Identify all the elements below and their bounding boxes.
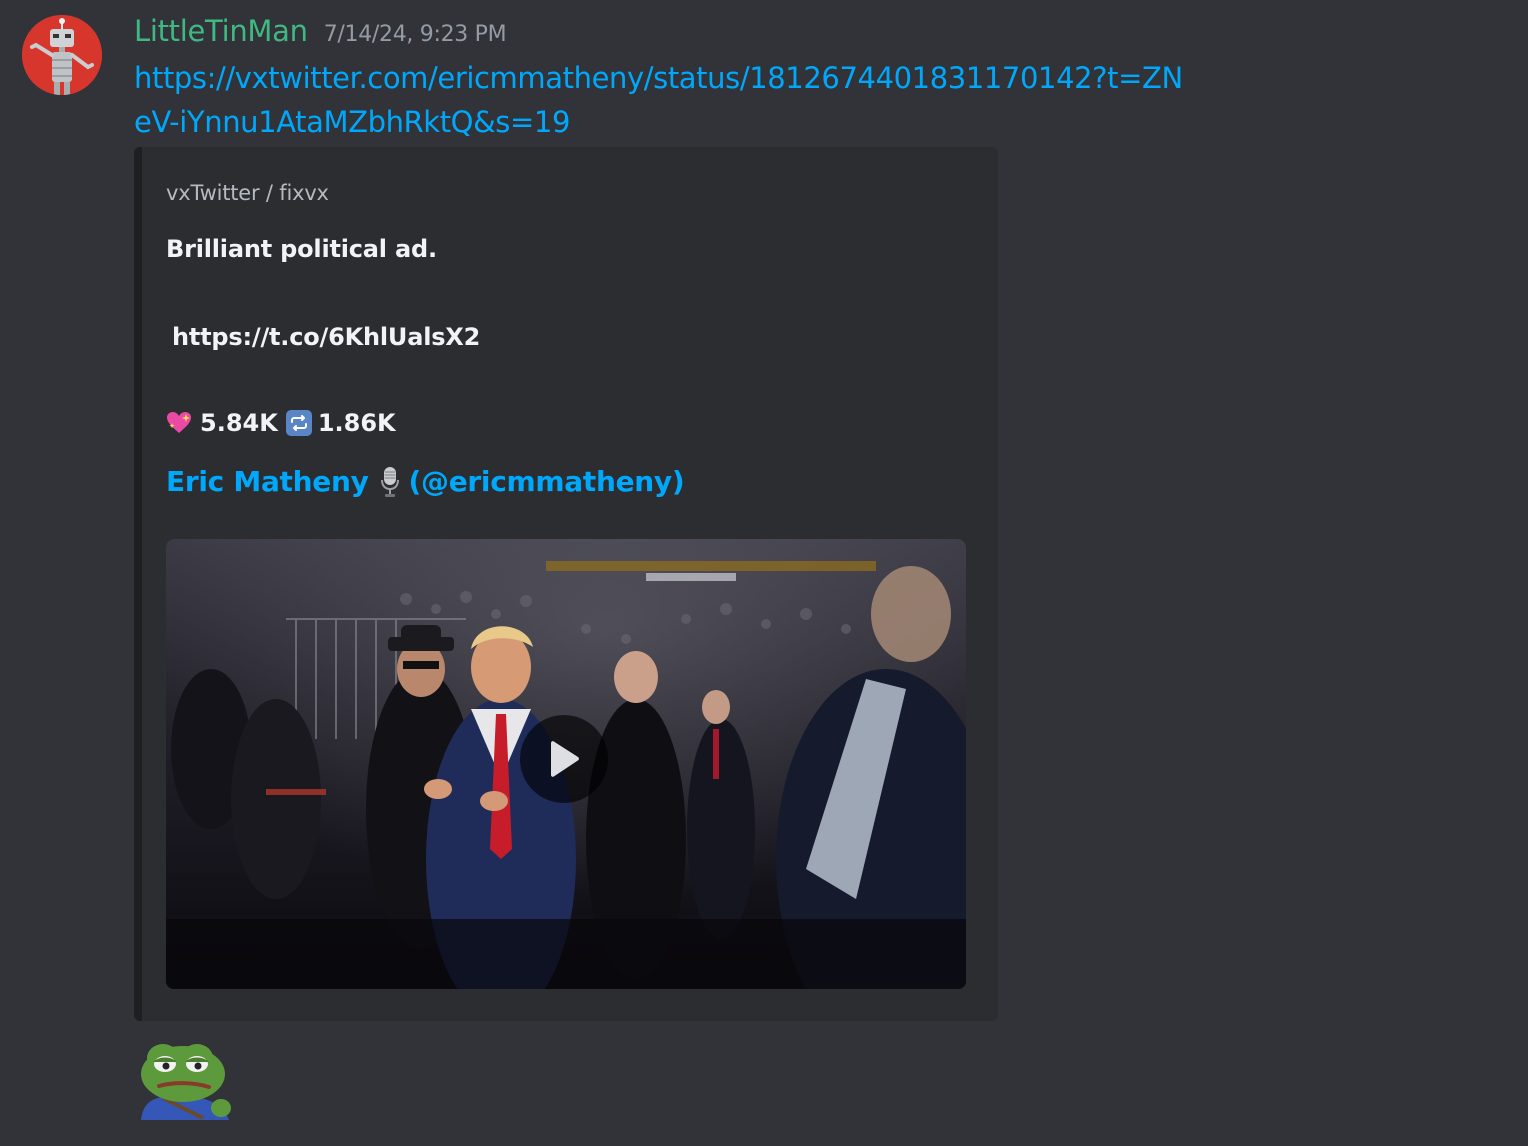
microphone-icon: [380, 466, 399, 497]
chat-message: LittleTinMan 7/14/24, 9:23 PM https://vx…: [0, 0, 1528, 1146]
likes-count: 5.84K: [200, 409, 278, 437]
retweets-count: 1.86K: [317, 409, 396, 437]
link-embed: vxTwitter / fixvx Brilliant political ad…: [134, 147, 998, 1021]
message-header: LittleTinMan 7/14/24, 9:23 PM: [134, 14, 507, 48]
author-handle[interactable]: (@ericmmatheny): [409, 465, 685, 498]
message-link[interactable]: https://vxtwitter.com/ericmmatheny/statu…: [134, 56, 1194, 144]
timestamp[interactable]: 7/14/24, 9:23 PM: [324, 22, 507, 47]
embed-provider[interactable]: vxTwitter / fixvx: [166, 181, 329, 205]
embed-stats: 5.84K 1.86K: [166, 409, 396, 437]
user-avatar[interactable]: [22, 15, 102, 95]
sparkling-heart-icon: [167, 412, 191, 433]
embed-description: Brilliant political ad.: [166, 235, 437, 263]
username[interactable]: LittleTinMan: [134, 14, 308, 48]
robot-avatar-icon: [22, 15, 102, 95]
embed-author[interactable]: Eric Matheny (@ericmmatheny): [166, 465, 685, 498]
repeat-icon: [285, 410, 312, 436]
embed-description-link: https://t.co/6KhlUalsX2: [172, 323, 481, 351]
play-button[interactable]: [520, 715, 608, 803]
video-thumbnail[interactable]: [166, 539, 966, 989]
pepe-frog-sticker[interactable]: [133, 1040, 233, 1122]
pepe-sticker-icon: [141, 1044, 231, 1120]
author-name[interactable]: Eric Matheny: [166, 465, 369, 498]
play-icon: [551, 741, 579, 777]
